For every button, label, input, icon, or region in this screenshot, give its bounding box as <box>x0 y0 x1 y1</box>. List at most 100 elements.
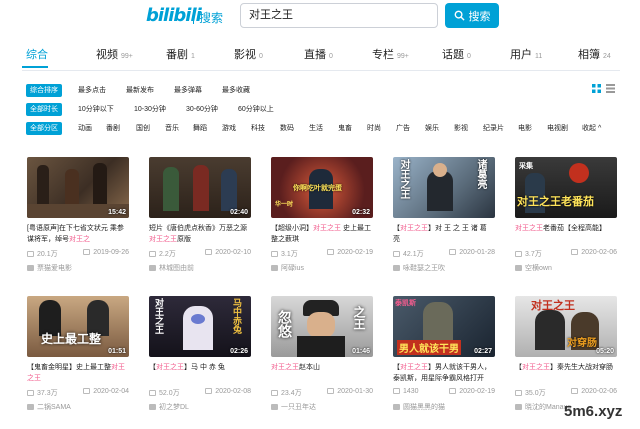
thumbnail-caption: 对王之王 <box>154 298 164 334</box>
video-thumbnail[interactable]: 你啊吃叶就完蛋 华一时 02:32 <box>271 157 373 218</box>
video-thumbnail[interactable]: 15:42 <box>27 157 129 218</box>
filter-duration-all[interactable]: 全部时长 <box>26 103 62 116</box>
video-card[interactable]: 史上最工整 01:51 【鬼畜金明星】史上最工整对王之王 37.3万 2020-0… <box>27 296 129 412</box>
video-uploader[interactable]: 票猫爱电影 <box>27 263 129 273</box>
filter-zone-fashion[interactable]: 时尚 <box>367 122 381 135</box>
play-count-icon <box>271 251 278 258</box>
video-thumbnail[interactable]: 对王之王 对穿肠 05:20 <box>515 296 617 357</box>
video-title[interactable]: [粤语原声]在下七省文状元 乘参谋将军，绰号对王之 <box>27 223 129 245</box>
video-thumbnail[interactable]: 史上最工整 01:51 <box>27 296 129 357</box>
video-meta: 35.0万 2020-02-06 <box>515 388 617 398</box>
tab-live[interactable]: 直播 0 <box>304 46 333 62</box>
list-view-icon[interactable] <box>606 84 615 93</box>
filter-zone-anime[interactable]: 动画 <box>78 122 92 135</box>
video-card[interactable]: 对王之王 诸葛亮 【对王之王】对 王 之 王 诸 葛 亮 42.1万 2020-0… <box>393 157 495 273</box>
filter-zone-bangumi[interactable]: 番剧 <box>106 122 120 135</box>
filter-zone-tv[interactable]: 电视剧 <box>547 122 568 135</box>
video-uploader[interactable]: 一只丑年达 <box>271 402 373 412</box>
filter-sort-clicks[interactable]: 最多点击 <box>78 84 106 97</box>
video-meta: 3.1万 2020-02-19 <box>271 249 373 259</box>
video-uploader[interactable]: 阿碌ius <box>271 263 373 273</box>
video-card[interactable]: 采集 对王之王老番茄 对王之王老番茄【全程高能】 3.7万 2020-02-06 … <box>515 157 617 273</box>
filter-zone-life[interactable]: 生活 <box>309 122 323 135</box>
video-duration: 02:32 <box>352 209 370 216</box>
filter-zone-digital[interactable]: 数码 <box>280 122 294 135</box>
tab-all[interactable]: 综合 <box>26 46 48 62</box>
uploader-icon <box>393 404 400 411</box>
video-title[interactable]: 【对王之王】男人就该干男人，泰凯斯，用星际争霸风格打开 <box>393 362 495 384</box>
filter-duration-under10[interactable]: 10分钟以下 <box>78 103 114 116</box>
video-title[interactable]: 【对王之王】马 中 赤 兔 <box>149 362 251 384</box>
video-uploader[interactable]: 林城图由前 <box>149 263 251 273</box>
tab-video[interactable]: 视频 99+ <box>96 46 133 62</box>
video-meta: 3.7万 2020-02-06 <box>515 249 617 259</box>
calendar-icon <box>571 249 579 256</box>
calendar-icon <box>327 388 335 395</box>
filter-zone-ent[interactable]: 娱乐 <box>425 122 439 135</box>
video-uploader[interactable]: 圆猫黑黑的猫 <box>393 402 495 412</box>
filter-zone-game[interactable]: 游戏 <box>222 122 236 135</box>
video-uploader[interactable]: 咏鞋瑟之王吹 <box>393 263 495 273</box>
play-count-icon <box>149 390 156 397</box>
video-thumbnail[interactable]: 忽悠 之王 01:46 <box>271 296 373 357</box>
video-card[interactable]: 忽悠 之王 01:46 对王之王赵本山 23.4万 2020-01-30 一只丑年… <box>271 296 373 412</box>
video-meta: 23.4万 2020-01-30 <box>271 388 373 398</box>
video-title[interactable]: 短片《唐伯虎点秋香》万恶之源对王之王原版 <box>149 223 251 245</box>
grid-view-icon[interactable] <box>592 84 601 93</box>
video-title[interactable]: 【超级小洞】对王之王 史上最工整之薮琪 <box>271 223 373 245</box>
tab-topic[interactable]: 话题 0 <box>442 46 471 62</box>
video-thumbnail[interactable]: 对王之王 马中赤兔 02:26 <box>149 296 251 357</box>
filter-sort-danmaku[interactable]: 最多弹幕 <box>174 84 202 97</box>
tab-user[interactable]: 用户 11 <box>510 46 542 62</box>
video-title[interactable]: 对王之王老番茄【全程高能】 <box>515 223 617 245</box>
filter-zone-all[interactable]: 全部分区 <box>26 122 62 135</box>
filter-zone-music[interactable]: 音乐 <box>165 122 179 135</box>
filter-sort-newest[interactable]: 最新发布 <box>126 84 154 97</box>
play-count-icon <box>515 251 522 258</box>
video-uploader[interactable]: 空横own <box>515 263 617 273</box>
uploader-icon <box>149 265 156 272</box>
search-button[interactable]: 搜索 <box>445 3 499 28</box>
video-thumbnail[interactable]: 02:40 <box>149 157 251 218</box>
thumbnail-caption: 史上最工整 <box>41 332 102 346</box>
thumbnail-caption: 男人就该干男 <box>397 340 461 355</box>
video-card[interactable]: 对王之王 对穿肠 05:20 【对王之王】秦先生大战对穿肠 35.0万 2020-… <box>515 296 617 412</box>
video-meta: 37.3万 2020-02-04 <box>27 388 129 398</box>
filter-zone-kichiku[interactable]: 鬼畜 <box>338 122 352 135</box>
filter-zone-documentary[interactable]: 纪录片 <box>483 122 504 135</box>
calendar-icon <box>205 249 213 256</box>
filter-zone-guochuang[interactable]: 国创 <box>136 122 150 135</box>
video-uploader[interactable]: 初之梦DL <box>149 402 251 412</box>
calendar-icon <box>449 388 457 395</box>
filter-sort-default[interactable]: 综合排序 <box>26 84 62 97</box>
video-card[interactable]: 你啊吃叶就完蛋 华一时 02:32 【超级小洞】对王之王 史上最工整之薮琪 3.… <box>271 157 373 273</box>
filter-zone-dance[interactable]: 舞蹈 <box>193 122 207 135</box>
video-title[interactable]: 【鬼畜金明星】史上最工整对王之王 <box>27 362 129 384</box>
filter-duration-over60[interactable]: 60分钟以上 <box>238 103 274 116</box>
video-uploader[interactable]: 二锅SAMA <box>27 402 129 412</box>
collapse-filter-button[interactable]: 收起 ^ <box>582 122 601 135</box>
video-title[interactable]: 对王之王赵本山 <box>271 362 373 384</box>
video-title[interactable]: 【对王之王】秦先生大战对穿肠 <box>515 362 617 384</box>
filter-sort-favorites[interactable]: 最多收藏 <box>222 84 250 97</box>
filter-zone-tech[interactable]: 科技 <box>251 122 265 135</box>
filter-duration-10-30[interactable]: 10-30分钟 <box>134 103 166 116</box>
tab-album[interactable]: 相簿 24 <box>578 46 611 62</box>
tab-article[interactable]: 专栏 99+ <box>372 46 409 62</box>
video-title[interactable]: 【对王之王】对 王 之 王 诸 葛 亮 <box>393 223 495 245</box>
filter-zone-film[interactable]: 影视 <box>454 122 468 135</box>
filter-zone-movie[interactable]: 电影 <box>518 122 532 135</box>
video-card[interactable]: 对王之王 马中赤兔 02:26 【对王之王】马 中 赤 兔 52.0万 2020-… <box>149 296 251 412</box>
video-thumbnail[interactable]: 采集 对王之王老番茄 <box>515 157 617 218</box>
video-meta: 52.0万 2020-02-08 <box>149 388 251 398</box>
video-card[interactable]: 02:40 短片《唐伯虎点秋香》万恶之源对王之王原版 2.2万 2020-02-1… <box>149 157 251 273</box>
filter-duration-30-60[interactable]: 30-60分钟 <box>186 103 218 116</box>
tab-bangumi[interactable]: 番剧 1 <box>166 46 195 62</box>
search-input[interactable]: 对王之王 <box>240 3 438 28</box>
video-card[interactable]: 泰凯斯 男人就该干男 02:27 【对王之王】男人就该干男人，泰凯斯，用星际争霸… <box>393 296 495 412</box>
tab-film[interactable]: 影视 0 <box>234 46 263 62</box>
video-thumbnail[interactable]: 泰凯斯 男人就该干男 02:27 <box>393 296 495 357</box>
video-thumbnail[interactable]: 对王之王 诸葛亮 <box>393 157 495 218</box>
filter-zone-ads[interactable]: 广告 <box>396 122 410 135</box>
video-card[interactable]: 15:42 [粤语原声]在下七省文状元 乘参谋将军，绰号对王之 20.1万 201… <box>27 157 129 273</box>
